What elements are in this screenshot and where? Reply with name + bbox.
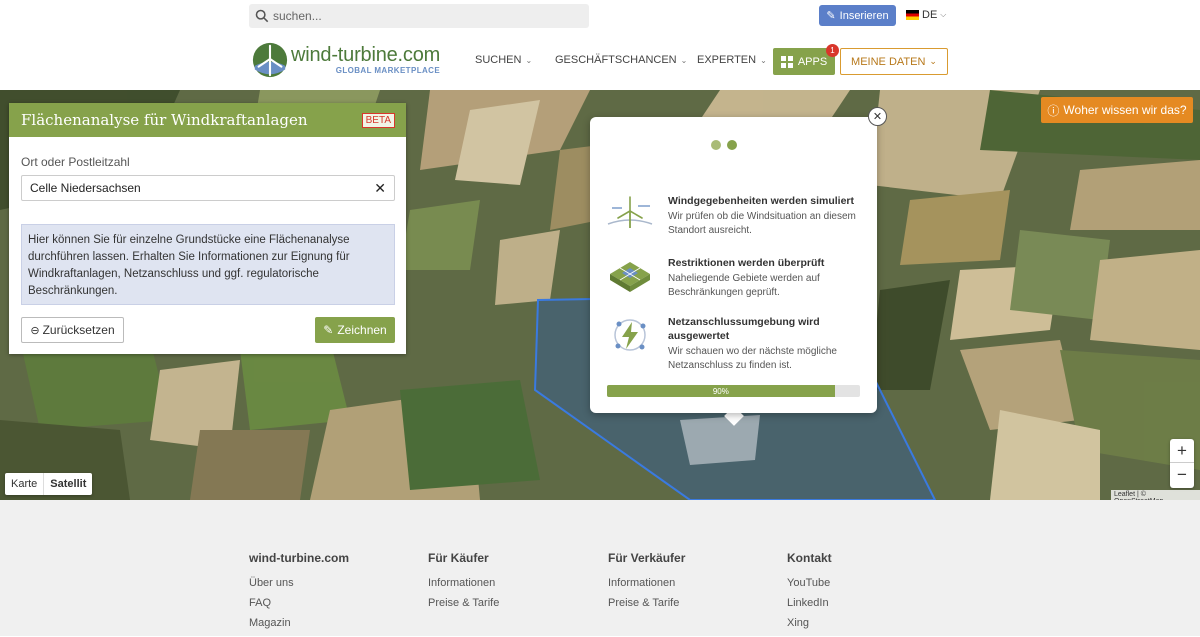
nav-experten[interactable]: EXPERTEN ⌄ xyxy=(697,54,767,66)
map-layer-toggle: Karte Satellit xyxy=(5,473,93,495)
clear-icon[interactable]: ✕ xyxy=(374,180,386,197)
step-grid-connection: Netzanschlussumgebung wird ausgewertet W… xyxy=(606,315,866,373)
beta-badge: BETA xyxy=(361,112,395,128)
area-grid-icon xyxy=(610,262,650,292)
panel-header: Flächenanalyse für Windkraftanlagen BETA xyxy=(9,103,406,137)
search-icon xyxy=(255,9,269,23)
chevron-down-icon: ⌄ xyxy=(929,56,937,66)
step-description: Wir schauen wo der nächste mögliche Netz… xyxy=(668,346,837,371)
footer-link[interactable]: Über uns xyxy=(249,577,349,590)
area-analysis-panel: Flächenanalyse für Windkraftanlagen BETA… xyxy=(9,103,406,354)
step-title: Windgegebenheiten werden simuliert xyxy=(668,195,855,207)
footer-column: Kontakt YouTube LinkedIn Xing xyxy=(787,551,832,637)
panel-title: Flächenanalyse für Windkraftanlagen xyxy=(21,111,308,129)
logo-title: wind-turbine.com xyxy=(291,44,441,66)
layer-karte[interactable]: Karte xyxy=(5,473,43,495)
site-search[interactable] xyxy=(249,4,589,28)
language-selector[interactable]: DE ⌵ xyxy=(906,9,946,21)
search-input[interactable] xyxy=(273,9,573,23)
progress-label: 90% xyxy=(712,386,729,396)
draw-label: Zeichnen xyxy=(337,323,387,337)
progress-fill: 90% xyxy=(607,385,835,397)
reset-label: Zurücksetzen xyxy=(42,323,115,337)
step-title: Netzanschlussumgebung wird ausgewertet xyxy=(668,316,820,342)
pencil-icon: ✎ xyxy=(826,10,836,22)
footer-link[interactable]: YouTube xyxy=(787,577,832,590)
location-label: Ort oder Postleitzahl xyxy=(21,155,130,169)
reset-button[interactable]: ⊖ Zurücksetzen xyxy=(21,317,124,343)
nav-label: GESCHÄFTSCHANCEN xyxy=(555,54,677,66)
layer-satellit[interactable]: Satellit xyxy=(43,473,92,495)
footer-column: Für Käufer Informationen Preise & Tarife xyxy=(428,551,499,617)
chevron-down-icon: ⌄ xyxy=(680,55,688,65)
inserieren-label: Inserieren xyxy=(839,9,889,22)
site-logo[interactable]: wind-turbine.com GLOBAL MARKETPLACE xyxy=(251,41,440,79)
info-box: Hier können Sie für einzelne Grundstücke… xyxy=(21,224,395,305)
step-wind: Windgegebenheiten werden simuliert Wir p… xyxy=(606,194,866,238)
top-header: ✎ Inserieren DE ⌵ wind-turbine.com GLOBA… xyxy=(0,0,1200,90)
footer-link[interactable]: Magazin xyxy=(249,617,349,630)
apps-grid-icon xyxy=(780,55,793,68)
draw-button[interactable]: ✎ Zeichnen xyxy=(315,317,395,343)
nav-label: EXPERTEN xyxy=(697,54,757,66)
footer-link[interactable]: FAQ xyxy=(249,597,349,610)
nav-suchen[interactable]: SUCHEN ⌄ xyxy=(475,54,532,66)
logo-turbine-icon xyxy=(252,42,288,78)
apps-label: APPS xyxy=(797,55,828,68)
nav-geschaeftschancen[interactable]: GESCHÄFTSCHANCEN ⌄ xyxy=(555,54,687,66)
inserieren-button[interactable]: ✎ Inserieren xyxy=(819,5,896,26)
footer-link[interactable]: Xing xyxy=(787,617,832,630)
language-label: DE xyxy=(922,9,938,21)
woher-wissen-button[interactable]: ⓘ Woher wissen wir das? xyxy=(1041,97,1193,123)
footer-link[interactable]: Informationen xyxy=(608,577,685,590)
footer-link[interactable]: Preise & Tarife xyxy=(428,597,499,610)
step-description: Naheliegende Gebiete werden auf Beschrän… xyxy=(668,273,820,298)
footer-heading: Für Verkäufer xyxy=(608,551,686,565)
meine-daten-button[interactable]: MEINE DATEN ⌄ xyxy=(840,48,948,75)
chevron-down-icon: ⌵ xyxy=(940,10,947,19)
footer-column: Für Verkäufer Informationen Preise & Tar… xyxy=(608,551,685,617)
footer-link[interactable]: LinkedIn xyxy=(787,597,832,610)
zoom-control: + − xyxy=(1170,439,1194,488)
step-title: Restriktionen werden überprüft xyxy=(668,257,825,269)
logo-subtitle: GLOBAL MARKETPLACE xyxy=(335,66,441,75)
zoom-out-button[interactable]: − xyxy=(1170,463,1194,487)
pencil-icon: ✎ xyxy=(323,323,334,337)
popup-close-button[interactable]: ✕ xyxy=(868,107,887,126)
step-restrictions: Restriktionen werden überprüft Naheliege… xyxy=(606,256,866,300)
german-flag-icon xyxy=(906,10,919,20)
footer-heading: wind-turbine.com xyxy=(249,551,349,565)
footer-link[interactable]: Preise & Tarife xyxy=(608,597,685,610)
progress-bar: 90% xyxy=(607,385,860,397)
loading-dots xyxy=(711,140,737,150)
info-circle-icon: ⓘ xyxy=(1047,103,1060,118)
site-footer: wind-turbine.com Über uns FAQ Magazin Fü… xyxy=(0,500,1200,636)
chevron-down-icon: ⌄ xyxy=(525,55,533,65)
footer-heading: Für Käufer xyxy=(428,551,489,565)
zoom-in-button[interactable]: + xyxy=(1170,439,1194,463)
reset-circle-icon: ⊖ xyxy=(30,324,40,337)
chevron-down-icon: ⌄ xyxy=(760,55,767,65)
footer-column: wind-turbine.com Über uns FAQ Magazin xyxy=(249,551,349,637)
notification-badge: 1 xyxy=(826,44,839,57)
location-input[interactable]: Celle Niedersachsen ✕ xyxy=(21,175,395,201)
step-description: Wir prüfen ob die Windsituation an diese… xyxy=(668,211,856,236)
nav-label: SUCHEN xyxy=(475,54,522,66)
close-icon: ✕ xyxy=(872,111,883,123)
footer-heading: Kontakt xyxy=(787,551,832,565)
meine-daten-label: MEINE DATEN xyxy=(851,55,926,68)
analysis-progress-popup: Windgegebenheiten werden simuliert Wir p… xyxy=(590,117,877,413)
woher-label: Woher wissen wir das? xyxy=(1063,103,1187,117)
location-value: Celle Niedersachsen xyxy=(30,181,141,195)
power-bolt-icon xyxy=(614,319,646,351)
wind-turbine-icon xyxy=(607,196,653,228)
footer-link[interactable]: Informationen xyxy=(428,577,499,590)
